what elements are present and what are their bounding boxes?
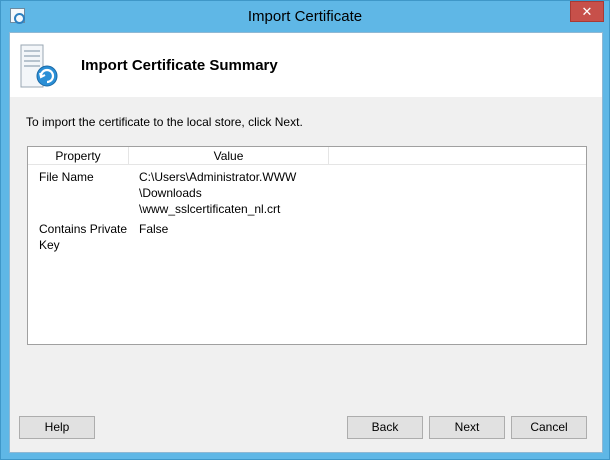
- column-header-value[interactable]: Value: [129, 147, 329, 165]
- value-cell: False: [139, 222, 169, 236]
- import-certificate-window: Import Certificate ✕ Import Certificate …: [0, 0, 610, 460]
- dialog-client: Import Certificate Summary To import the…: [9, 32, 603, 453]
- certificate-import-icon: [20, 44, 58, 88]
- value-cell: C:\Users\Administrator.WWW \Downloads \w…: [139, 170, 297, 216]
- property-cell: File Name: [39, 170, 94, 184]
- column-header-property[interactable]: Property: [28, 147, 129, 165]
- instruction-text: To import the certificate to the local s…: [26, 115, 303, 129]
- property-cell: Contains Private Key: [39, 222, 128, 252]
- window-title: Import Certificate: [247, 8, 363, 25]
- cancel-button[interactable]: Cancel: [511, 416, 587, 439]
- page-title: Import Certificate Summary: [81, 57, 278, 74]
- table-row[interactable]: File Name C:\Users\Administrator.WWW \Do…: [28, 169, 586, 217]
- close-button[interactable]: ✕: [570, 1, 604, 22]
- next-button[interactable]: Next: [429, 416, 505, 439]
- summary-listview[interactable]: Property Value File Name C:\Users\Admini…: [27, 146, 587, 345]
- listview-header: Property Value: [28, 147, 586, 165]
- title-bar[interactable]: Import Certificate ✕: [1, 1, 609, 32]
- dialog-header: Import Certificate Summary: [10, 33, 602, 97]
- help-button[interactable]: Help: [19, 416, 95, 439]
- column-header-filler: [329, 147, 586, 165]
- table-row[interactable]: Contains Private Key False: [28, 221, 586, 253]
- back-button[interactable]: Back: [347, 416, 423, 439]
